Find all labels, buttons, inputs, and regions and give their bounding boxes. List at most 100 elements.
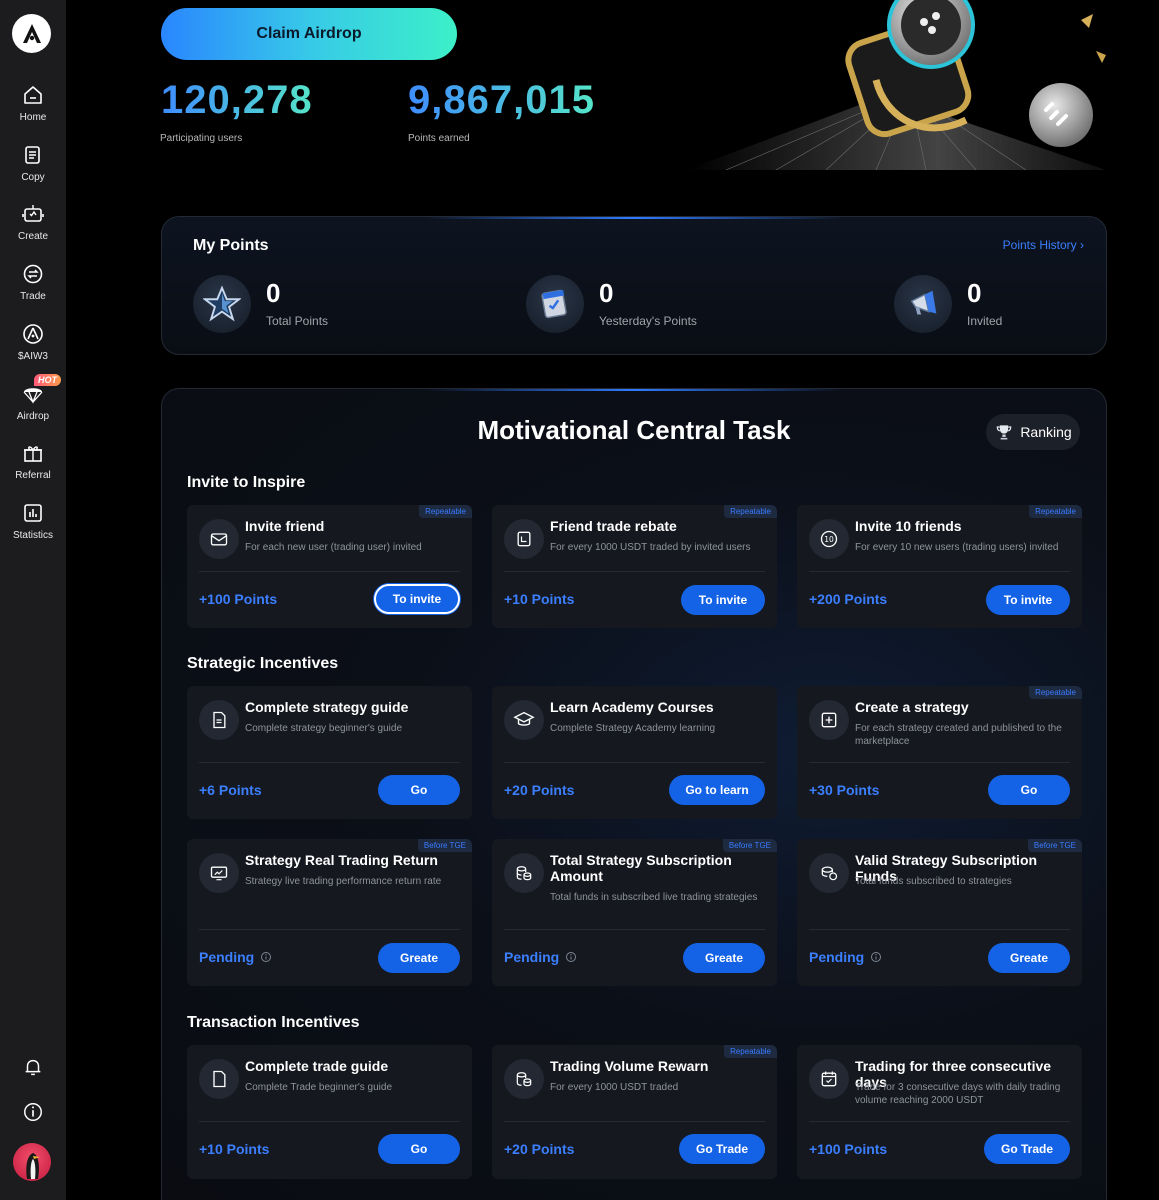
task-title: Create a strategy bbox=[855, 699, 969, 715]
repeatable-tag: Repeatable bbox=[1029, 686, 1082, 699]
task-card-complete-strategy-guide: Complete strategy guide Complete strateg… bbox=[187, 686, 472, 819]
task-description: For every 1000 USDT traded bbox=[550, 1082, 679, 1093]
main-content: Claim Airdrop 120,278 Participating user… bbox=[66, 0, 1159, 1200]
task-description: Strategy live trading performance return… bbox=[245, 876, 442, 887]
invited-stat: 0 Invited bbox=[894, 275, 1002, 333]
sidebar-item-home[interactable]: Home bbox=[0, 83, 66, 123]
task-description: Complete Trade beginner's guide bbox=[245, 1082, 393, 1093]
sidebar: Home Copy Create Trade $AIW3 HOT Airdrop… bbox=[0, 0, 66, 1200]
task-description: Complete strategy beginner's guide bbox=[245, 723, 403, 734]
avatar[interactable] bbox=[13, 1143, 51, 1181]
mail-icon bbox=[199, 519, 239, 559]
repeatable-tag: Repeatable bbox=[419, 505, 472, 518]
task-title: Complete trade guide bbox=[245, 1058, 389, 1074]
yesterday-points-value: 0 bbox=[599, 278, 614, 308]
trade-icon bbox=[23, 264, 43, 284]
to-invite-button[interactable]: To invite bbox=[374, 584, 460, 614]
sidebar-item-statistics[interactable]: Statistics bbox=[0, 501, 66, 541]
task-card-strategy-real-trading-return: Before TGE Strategy Real Trading Return … bbox=[187, 839, 472, 986]
sidebar-item-label: Trade bbox=[20, 291, 46, 302]
sidebar-item-trade[interactable]: Trade bbox=[0, 262, 66, 302]
coins-icon bbox=[504, 853, 544, 893]
coins-stack-icon bbox=[809, 853, 849, 893]
task-panel: Motivational Central Task Ranking Invite… bbox=[161, 388, 1107, 1200]
repeatable-tag: Repeatable bbox=[724, 505, 777, 518]
sidebar-item-airdrop[interactable]: HOT Airdrop bbox=[0, 374, 66, 422]
to-invite-button[interactable]: To invite bbox=[681, 585, 765, 615]
task-description: For every 10 new users (trading users) i… bbox=[855, 542, 1059, 553]
go-trade-button[interactable]: Go Trade bbox=[679, 1134, 765, 1164]
greate-button[interactable]: Greate bbox=[683, 943, 765, 973]
graduation-cap-icon bbox=[504, 700, 544, 740]
notifications-button[interactable] bbox=[0, 1056, 66, 1078]
before-tge-tag: Before TGE bbox=[722, 839, 777, 852]
task-points: +100 Points bbox=[809, 1141, 888, 1157]
megaphone-icon bbox=[894, 275, 952, 333]
sidebar-item-referral[interactable]: Referral bbox=[0, 441, 66, 481]
claim-airdrop-button[interactable]: Claim Airdrop bbox=[161, 8, 457, 60]
svg-text:10: 10 bbox=[824, 535, 834, 544]
total-points-value: 0 bbox=[266, 278, 281, 308]
task-description: For every 1000 USDT traded by invited us… bbox=[550, 542, 751, 553]
info-icon[interactable] bbox=[260, 951, 272, 963]
greate-button[interactable]: Greate bbox=[988, 943, 1070, 973]
go-button[interactable]: Go bbox=[378, 775, 460, 805]
task-card-friend-trade-rebate: Repeatable Friend trade rebate For every… bbox=[492, 505, 777, 628]
document-icon bbox=[504, 519, 544, 559]
task-card-valid-strategy-subscription: Before TGE Valid Strategy Subscription F… bbox=[797, 839, 1082, 986]
section-title-transaction: Transaction Incentives bbox=[187, 1014, 360, 1031]
task-card-complete-trade-guide: Complete trade guide Complete Trade begi… bbox=[187, 1045, 472, 1179]
points-history-link[interactable]: Points History › bbox=[1003, 238, 1084, 252]
pending-label: Pending bbox=[809, 949, 865, 965]
task-title: Total Strategy Subscription Amount bbox=[550, 852, 732, 884]
task-description: Total funds in subscribed live trading s… bbox=[550, 892, 758, 903]
home-icon bbox=[24, 86, 42, 104]
task-title: Strategy Real Trading Return bbox=[245, 852, 438, 868]
task-title: Learn Academy Courses bbox=[550, 699, 714, 715]
bell-icon bbox=[25, 1059, 41, 1076]
copy-icon bbox=[25, 146, 40, 164]
file-icon bbox=[199, 700, 239, 740]
yesterday-points-label: Yesterday's Points bbox=[599, 314, 697, 328]
go-trade-button[interactable]: Go Trade bbox=[984, 1134, 1070, 1164]
task-points: Pending bbox=[199, 949, 272, 965]
sidebar-item-create[interactable]: Create bbox=[0, 202, 66, 242]
total-points-stat: 0 Total Points bbox=[193, 275, 328, 333]
info-button[interactable] bbox=[0, 1101, 66, 1123]
task-title: Invite friend bbox=[245, 518, 325, 534]
task-title: Trading Volume Rewarn bbox=[550, 1058, 709, 1074]
go-to-learn-button[interactable]: Go to learn bbox=[669, 775, 765, 805]
to-invite-button[interactable]: To invite bbox=[986, 585, 1070, 615]
ranking-button[interactable]: Ranking bbox=[986, 414, 1080, 450]
task-points: +10 Points bbox=[199, 1141, 270, 1157]
yesterday-points-stat: 0 Yesterday's Points bbox=[526, 275, 697, 333]
task-panel-title: Motivational Central Task bbox=[477, 415, 791, 445]
info-icon[interactable] bbox=[870, 951, 882, 963]
my-points-panel: My Points Points History › 0 Total Point… bbox=[161, 216, 1107, 355]
calendar-check-icon bbox=[809, 1059, 849, 1099]
info-icon[interactable] bbox=[565, 951, 577, 963]
pending-label: Pending bbox=[504, 949, 560, 965]
greate-button[interactable]: Greate bbox=[378, 943, 460, 973]
plus-square-icon bbox=[809, 700, 849, 740]
go-button[interactable]: Go bbox=[378, 1134, 460, 1164]
points-earned-label: Points earned bbox=[408, 133, 470, 144]
gift-icon bbox=[24, 446, 42, 462]
repeatable-tag: Repeatable bbox=[724, 1045, 777, 1058]
calendar-icon bbox=[526, 275, 584, 333]
divider bbox=[504, 762, 765, 763]
app-logo[interactable] bbox=[12, 14, 51, 53]
participating-users-label: Participating users bbox=[160, 133, 243, 144]
task-title: Friend trade rebate bbox=[550, 518, 677, 534]
sidebar-item-label: Home bbox=[19, 112, 47, 123]
sidebar-item-label: Referral bbox=[15, 470, 51, 481]
sidebar-item-aiw3[interactable]: $AIW3 bbox=[0, 322, 66, 362]
robot-icon bbox=[22, 205, 44, 222]
task-description: For each new user (trading user) invited bbox=[245, 542, 422, 553]
star-icon bbox=[193, 275, 251, 333]
sidebar-item-copy[interactable]: Copy bbox=[0, 143, 66, 183]
section-title-strategic: Strategic Incentives bbox=[187, 655, 339, 672]
task-card-total-strategy-subscription: Before TGE Total Strategy Subscription A… bbox=[492, 839, 777, 986]
go-button[interactable]: Go bbox=[988, 775, 1070, 805]
divider bbox=[504, 929, 765, 930]
